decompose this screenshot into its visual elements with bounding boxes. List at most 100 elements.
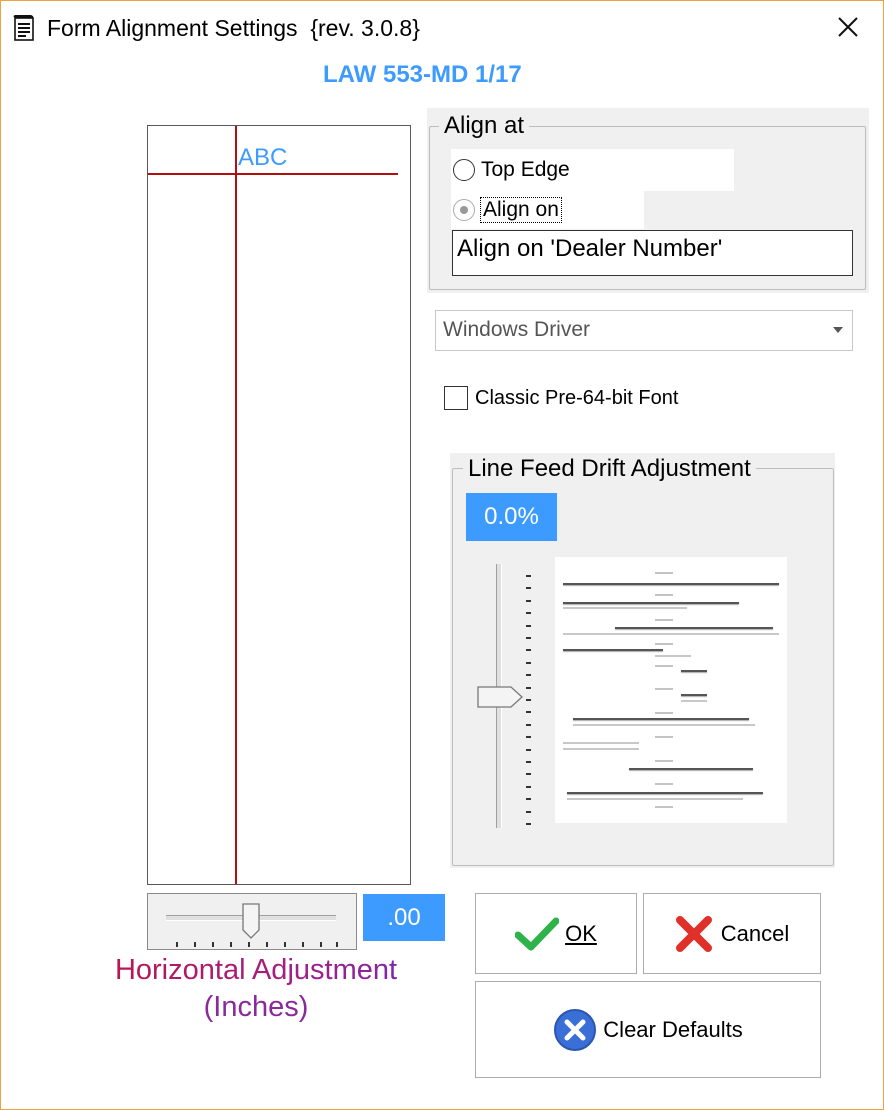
slider-tick (526, 748, 531, 751)
form-identifier: LAW 553-MD 1/17 (323, 61, 522, 88)
ok-button[interactable]: OK (475, 893, 637, 974)
x-icon (675, 915, 712, 952)
slider-tick (526, 761, 531, 763)
slider-tick (320, 942, 322, 947)
preview-line-label (655, 783, 673, 785)
preview-line (567, 798, 743, 800)
slider-tick (526, 612, 531, 615)
preview-line-label (655, 806, 673, 808)
preview-line-label (655, 572, 673, 574)
preview-line (563, 649, 663, 651)
slider-tick (248, 942, 250, 947)
slider-tick (526, 661, 531, 664)
slider-tick (526, 674, 531, 677)
window-title: Form Alignment Settings {rev. 3.0.8} (47, 15, 420, 41)
slider-thumb[interactable] (242, 903, 260, 939)
vertical-guide-line (235, 126, 237, 884)
line-feed-value-display: 0.0% (466, 493, 557, 541)
classic-font-option[interactable]: Classic Pre-64-bit Font (444, 386, 678, 410)
slider-tick (526, 723, 531, 726)
slider-tick (194, 942, 196, 947)
close-button[interactable] (823, 7, 873, 47)
preview-line-label (655, 760, 673, 762)
classic-font-checkbox[interactable] (444, 386, 468, 410)
preview-line (563, 583, 779, 585)
radio-selected-dot (460, 206, 468, 214)
slider-tick (336, 942, 338, 947)
title-bar: Form Alignment Settings {rev. 3.0.8} (1, 1, 883, 57)
slider-tick (526, 810, 531, 813)
alignment-preview: ABC (147, 125, 411, 885)
preview-line-label (655, 619, 673, 621)
slider-tick (176, 942, 178, 947)
preview-line (563, 602, 739, 604)
preview-line (567, 792, 763, 794)
slider-tick (230, 942, 232, 947)
preview-line (615, 627, 773, 629)
preview-line-label (655, 736, 673, 738)
sample-text: ABC (238, 144, 288, 171)
clear-defaults-button[interactable]: Clear Defaults (475, 981, 821, 1078)
ok-label: OK (565, 920, 597, 946)
horizontal-adjustment-label: Horizontal Adjustment (1, 954, 511, 987)
driver-dropdown-value: Windows Driver (443, 318, 591, 341)
radio-button[interactable] (453, 159, 475, 181)
slider-tick (526, 736, 531, 739)
horizontal-adjustment-slider[interactable] (147, 893, 357, 950)
align-at-legend: Align at (439, 112, 530, 140)
slider-tick (212, 942, 214, 947)
preview-line (681, 670, 707, 672)
preview-line (681, 700, 707, 702)
clear-defaults-label: Clear Defaults (603, 1016, 743, 1042)
close-icon (838, 17, 858, 37)
slider-tick (526, 686, 531, 689)
slider-tick (526, 575, 531, 577)
preview-line (563, 607, 687, 609)
horizontal-adjustment-unit: (Inches) (203, 991, 309, 1023)
document-icon (13, 15, 34, 41)
slider-tick (526, 798, 531, 801)
preview-line (563, 748, 639, 750)
align-on-field[interactable]: Align on 'Dealer Number' (452, 230, 853, 276)
preview-line (573, 724, 755, 726)
slider-tick (526, 773, 531, 776)
slider-tick (526, 785, 531, 788)
form-alignment-window: Form Alignment Settings {rev. 3.0.8} LAW… (0, 0, 884, 1110)
slider-tick (526, 649, 531, 652)
slider-tick (526, 711, 531, 714)
radio-align-on[interactable]: Align on (451, 191, 644, 229)
line-feed-slider-thumb[interactable] (477, 686, 523, 708)
preview-line (681, 694, 707, 696)
slider-tick (526, 624, 531, 627)
slider-tick (526, 587, 531, 590)
driver-dropdown[interactable]: Windows Driver (435, 310, 853, 351)
preview-line-label (655, 665, 673, 667)
classic-font-label: Classic Pre-64-bit Font (475, 386, 679, 409)
slider-tick (284, 942, 286, 947)
slider-tick (526, 599, 531, 602)
slider-tick (526, 699, 531, 701)
slider-tick (266, 942, 268, 947)
horizontal-value-display: .00 (363, 894, 445, 941)
preview-line (573, 718, 749, 720)
check-icon (515, 917, 560, 950)
chevron-down-icon (833, 327, 843, 333)
horizontal-guide-line (148, 173, 398, 175)
preview-line-label (655, 712, 673, 714)
preview-line-label (655, 688, 673, 690)
preview-line (563, 633, 779, 635)
slider-tick (302, 942, 304, 947)
line-feed-legend: Line Feed Drift Adjustment (463, 455, 756, 483)
radio-align-on-label: Align on (480, 197, 562, 223)
preview-line (655, 655, 691, 657)
preview-line-label (655, 643, 673, 645)
clear-circle-icon (554, 1008, 597, 1051)
radio-top-edge-label: Top Edge (481, 158, 570, 181)
preview-line-label (655, 594, 673, 596)
preview-line (629, 768, 753, 770)
radio-button[interactable] (453, 199, 475, 221)
preview-line (563, 742, 639, 744)
radio-top-edge[interactable]: Top Edge (451, 149, 734, 191)
cancel-button[interactable]: Cancel (643, 893, 821, 974)
slider-tick (526, 637, 531, 639)
